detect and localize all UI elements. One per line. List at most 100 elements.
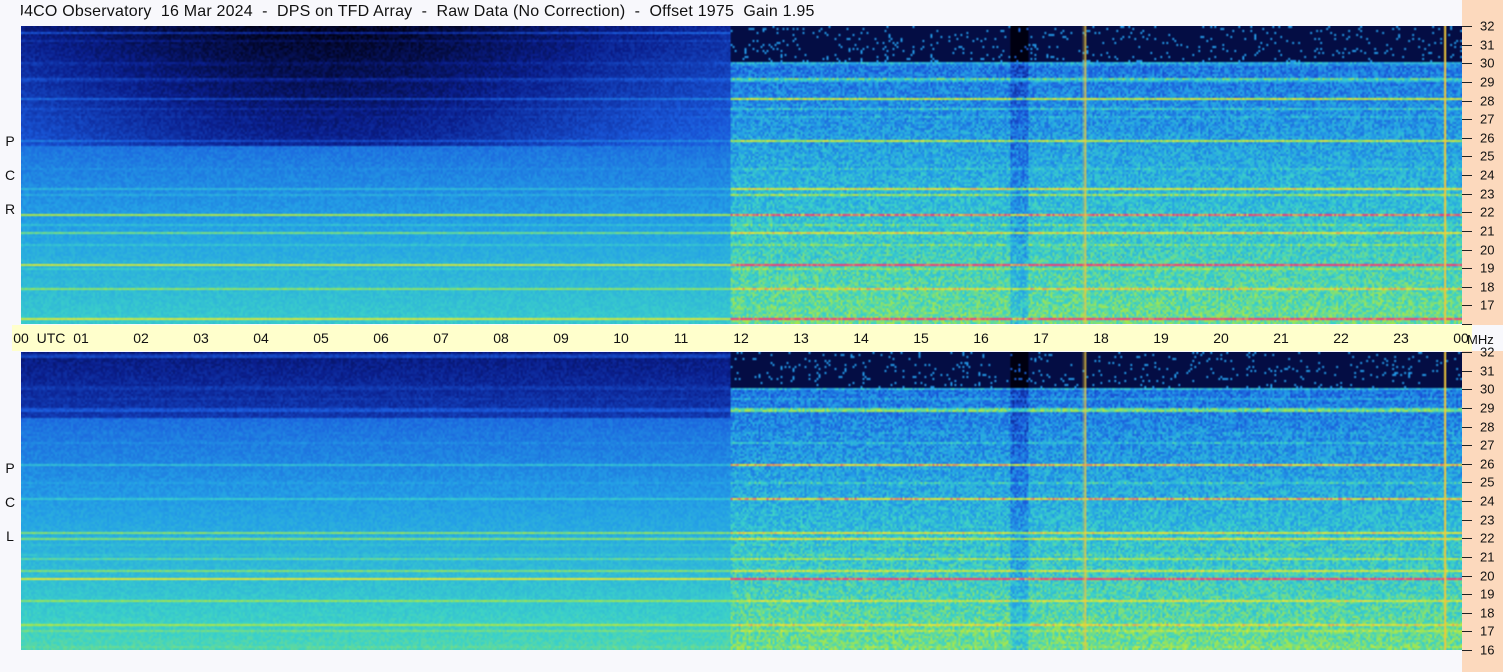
rcp-freq-tick-17 (1462, 305, 1472, 307)
time-label-19: 19 (1153, 330, 1169, 346)
time-label-10: 10 (613, 330, 629, 346)
time-label-18: 18 (1093, 330, 1109, 346)
rcp-freq-label-21: 21 (1480, 223, 1495, 239)
lcp-freq-tick-20 (1462, 575, 1472, 577)
lcp-frequency-axis: 32 31 30 29 28 27 26 25 24 23 22 21 20 19 18 17 16 (1462, 345, 1503, 672)
time-label-12: 12 (733, 330, 749, 346)
lcp-freq-tick-17 (1462, 631, 1472, 633)
lcp-freq-label-23: 23 (1480, 512, 1495, 528)
rcp-freq-label-22: 22 (1480, 204, 1495, 220)
rcp-frequency-axis: 32 31 30 29 28 27 26 25 24 23 22 21 20 19 18 17 (1462, 0, 1503, 325)
lcp-freq-label-27: 27 (1480, 437, 1495, 453)
lcp-freq-tick-32 (1462, 352, 1472, 353)
time-label-9: 09 (553, 330, 569, 346)
lcp-freq-label-21: 21 (1480, 549, 1495, 565)
lcp-freq-tick-30 (1462, 389, 1472, 391)
time-label-16: 16 (973, 330, 989, 346)
rcp-freq-tick-18 (1462, 286, 1472, 288)
lcp-freq-tick-21 (1462, 556, 1472, 558)
lcp-freq-label-25: 25 (1480, 474, 1495, 490)
rcp-freq-label-27: 27 (1480, 111, 1495, 127)
rcp-freq-label-25: 25 (1480, 148, 1495, 164)
lcp-label: P C L (2, 451, 18, 553)
rcp-spectrogram-canvas (21, 26, 1462, 324)
time-label-2: 02 (133, 330, 149, 346)
rcp-freq-tick-27 (1462, 119, 1472, 121)
frequency-unit-label: MHz (1467, 332, 1494, 347)
time-label-15: 15 (913, 330, 929, 346)
rcp-freq-label-28: 28 (1480, 93, 1495, 108)
rcp-freq-tick-19 (1462, 268, 1472, 270)
rcp-freq-tick-31 (1462, 44, 1472, 46)
rcp-label: P C R (2, 124, 18, 226)
rcp-freq-label-18: 18 (1480, 279, 1495, 295)
rcp-letter-c: C (4, 167, 16, 183)
rcp-freq-label-23: 23 (1480, 186, 1495, 202)
time-label-6: 06 (373, 330, 389, 346)
rcp-freq-tick-23 (1462, 193, 1472, 195)
time-label-14: 14 (853, 330, 869, 346)
lcp-spectrogram-canvas (21, 352, 1462, 650)
lcp-letter-c: C (4, 494, 16, 510)
lcp-freq-tick-16 (1462, 650, 1472, 651)
time-label-11: 11 (673, 330, 689, 346)
lcp-freq-label-29: 29 (1480, 400, 1495, 416)
rcp-freq-label-32: 32 (1480, 18, 1495, 34)
lcp-freq-label-22: 22 (1480, 530, 1495, 546)
rcp-freq-label-31: 31 (1480, 37, 1495, 53)
rcp-freq-tick-26 (1462, 137, 1472, 139)
rcp-freq-tick-28 (1462, 100, 1472, 102)
time-label-8: 08 (493, 330, 509, 346)
rcp-freq-label-30: 30 (1480, 55, 1495, 71)
rcp-letter-r: R (4, 201, 16, 217)
rcp-freq-tick-21 (1462, 230, 1472, 232)
rcp-freq-tick-30 (1462, 63, 1472, 65)
time-axis: 00 01 02 03 04 05 06 07 08 09 10 11 12 13 14 15 16 17 18 19… (12, 325, 1472, 351)
utc-label: UTC (36, 330, 66, 346)
lcp-freq-tick-23 (1462, 519, 1472, 521)
lcp-freq-tick-29 (1462, 407, 1472, 409)
lcp-letter-p: P (5, 460, 15, 476)
time-label-17: 17 (1033, 330, 1049, 346)
rcp-freq-label-19: 19 (1480, 260, 1495, 276)
lcp-freq-tick-26 (1462, 463, 1472, 465)
rcp-freq-label-29: 29 (1480, 74, 1495, 90)
lcp-freq-label-28: 28 (1480, 419, 1495, 434)
lcp-freq-tick-27 (1462, 445, 1472, 447)
rcp-freq-tick-22 (1462, 212, 1472, 214)
rcp-freq-label-24: 24 (1480, 167, 1495, 183)
rcp-freq-label-17: 17 (1480, 297, 1495, 313)
lcp-freq-tick-22 (1462, 538, 1472, 540)
lcp-freq-tick-19 (1462, 594, 1472, 596)
rcp-freq-tick-32 (1462, 26, 1472, 27)
chart-title: AJ4CO Observatory 16 Mar 2024 - DPS on T… (5, 3, 815, 20)
lcp-freq-label-19: 19 (1480, 586, 1495, 602)
rcp-freq-tick-25 (1462, 156, 1472, 158)
lcp-freq-tick-31 (1462, 370, 1472, 372)
time-label-1: 01 (73, 330, 89, 346)
time-label-0: 00 (13, 330, 29, 346)
time-label-5: 05 (313, 330, 329, 346)
lcp-freq-label-20: 20 (1480, 568, 1495, 583)
lcp-freq-label-16: 16 (1480, 642, 1495, 658)
rcp-freq-label-26: 26 (1480, 130, 1495, 146)
lcp-freq-label-30: 30 (1480, 381, 1495, 397)
time-label-4: 04 (253, 330, 269, 346)
lcp-freq-tick-24 (1462, 501, 1472, 502)
lcp-freq-tick-18 (1462, 612, 1472, 614)
rcp-freq-tick-29 (1462, 81, 1472, 83)
lcp-spectrogram (21, 352, 1462, 650)
time-label-7: 07 (433, 330, 449, 346)
lcp-freq-label-18: 18 (1480, 605, 1495, 621)
rcp-freq-tick-24 (1462, 175, 1472, 176)
rcp-letter-p: P (5, 133, 15, 149)
time-label-13: 13 (793, 330, 809, 346)
lcp-freq-label-24: 24 (1480, 493, 1495, 509)
rcp-freq-label-20: 20 (1480, 242, 1495, 257)
time-label-21: 21 (1273, 330, 1289, 346)
time-label-20: 20 (1213, 330, 1229, 346)
lcp-freq-tick-28 (1462, 426, 1472, 428)
rcp-freq-tick-20 (1462, 249, 1472, 251)
lcp-letter-l: L (6, 528, 14, 544)
rcp-spectrogram (21, 26, 1462, 324)
